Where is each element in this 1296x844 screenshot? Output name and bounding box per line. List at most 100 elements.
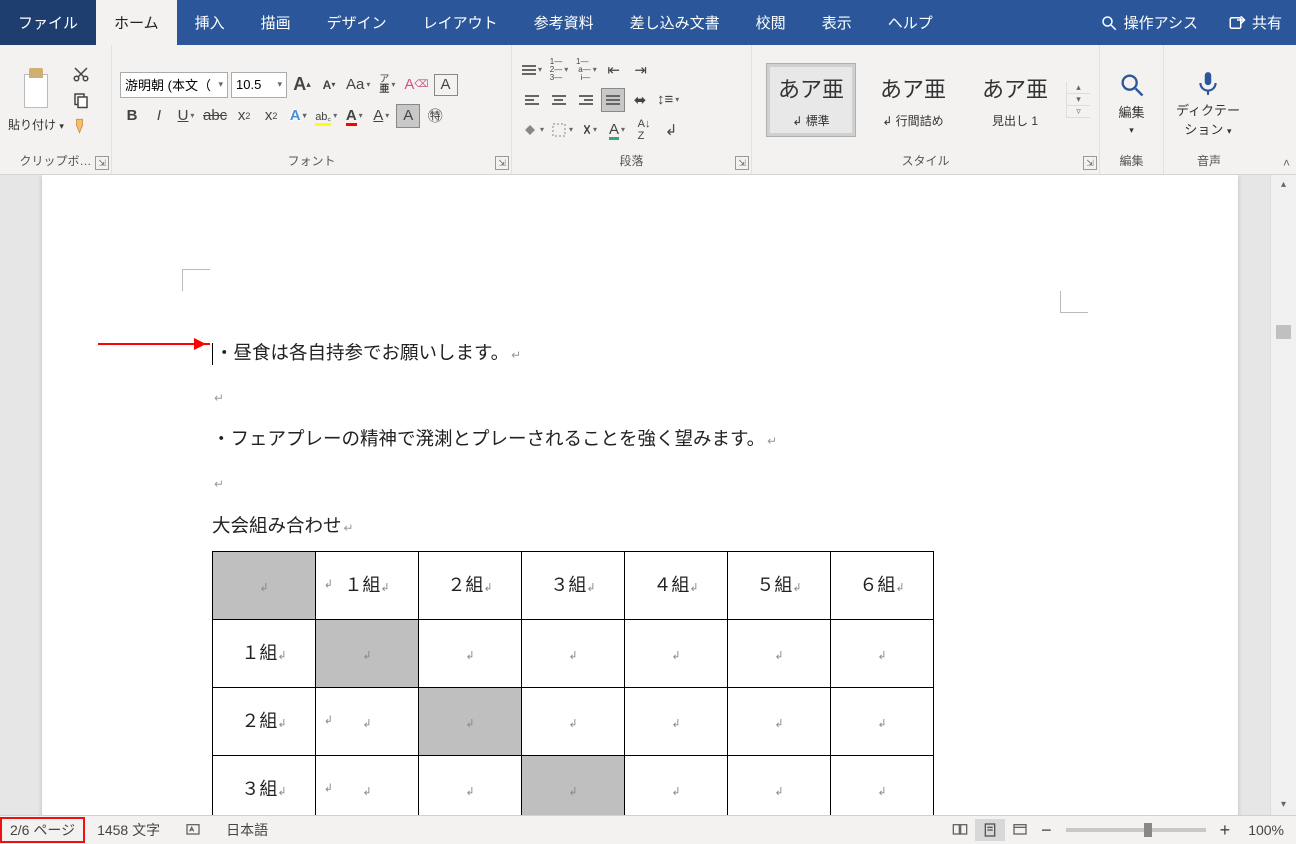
numbering-button[interactable]: 1—2—3— (547, 58, 571, 82)
dictate-button[interactable]: ディクテー ション ▾ (1172, 62, 1244, 138)
style-normal[interactable]: あア亜 ↲ 標準 (766, 63, 856, 137)
increase-indent-button[interactable]: ⇥ (629, 58, 653, 82)
underline-button[interactable]: U (174, 104, 198, 128)
paste-label: 貼り付け (8, 118, 56, 132)
multilevel-list-button[interactable]: 1— a— i— (574, 58, 599, 82)
menu-tabs: ファイル ホーム 挿入 描画 デザイン レイアウト 参考資料 差し込み文書 校閲… (0, 0, 1296, 45)
borders-button[interactable] (549, 118, 575, 142)
vertical-scrollbar[interactable]: ▴ ▾ (1270, 175, 1296, 815)
share-label[interactable]: 共有 (1252, 12, 1282, 33)
status-bar: 2/6 ページ 1458 文字 日本語 − + 100% (0, 815, 1296, 844)
align-right-button[interactable] (574, 88, 598, 112)
clipboard-launcher[interactable]: ⇲ (95, 156, 109, 170)
styles-launcher[interactable]: ⇲ (1083, 156, 1097, 170)
tab-layout[interactable]: レイアウト (405, 0, 516, 45)
subscript-button[interactable]: x2 (232, 104, 256, 128)
font-size-combo[interactable]: 10.5▾ (231, 72, 287, 98)
margin-corner-tl (182, 269, 210, 291)
proofing-icon[interactable] (172, 816, 214, 844)
line-spacing-button[interactable]: ↕≡ (655, 88, 681, 112)
zoom-slider[interactable] (1066, 828, 1206, 832)
tab-review[interactable]: 校閲 (738, 0, 804, 45)
scroll-down-button[interactable]: ▾ (1271, 795, 1296, 815)
style-heading1[interactable]: あア亜 見出し 1 (970, 63, 1060, 137)
paragraph-launcher[interactable]: ⇲ (735, 156, 749, 170)
enclose-characters-button[interactable]: A (434, 74, 458, 96)
collapse-ribbon-button[interactable]: ˄ (1283, 156, 1290, 170)
body-line-2: ・フェアプレーの精神で溌溂とプレーされることを強く望みます。 (212, 428, 765, 449)
tab-mailings[interactable]: 差し込み文書 (612, 0, 738, 45)
clipboard-group-label: クリップボ… (8, 150, 103, 172)
paste-button[interactable]: 貼り付け ▾ (8, 66, 64, 133)
tab-home[interactable]: ホーム (96, 0, 177, 45)
format-painter-icon[interactable] (70, 116, 92, 136)
document-content[interactable]: ・昼食は各自持参でお願いします。 ・フェアプレーの精神で溌溂とプレーされることを… (212, 335, 1088, 815)
tab-insert[interactable]: 挿入 (177, 0, 243, 45)
voice-group-label: 音声 (1172, 150, 1246, 172)
tab-help[interactable]: ヘルプ (870, 0, 951, 45)
language-indicator[interactable]: 日本語 (214, 816, 280, 844)
scroll-thumb[interactable] (1276, 325, 1291, 339)
clear-formatting-button[interactable]: A⌫ (402, 73, 430, 97)
decrease-indent-button[interactable]: ⇤ (602, 58, 626, 82)
styles-group-label: スタイル (760, 150, 1091, 172)
cut-icon[interactable] (70, 64, 92, 84)
annotation-arrow (98, 343, 210, 345)
align-left-button[interactable] (520, 88, 544, 112)
style-no-spacing[interactable]: あア亜 ↲ 行間詰め (868, 63, 958, 137)
distribute-button[interactable]: ⬌ (628, 88, 652, 112)
phonetic-guide-button[interactable]: ア亜 (375, 73, 399, 97)
circle-enclose-button[interactable]: ㊕ (423, 104, 447, 128)
search-icon[interactable] (1100, 14, 1118, 32)
tab-draw[interactable]: 描画 (243, 0, 309, 45)
page[interactable]: ・昼食は各自持参でお願いします。 ・フェアプレーの精神で溌溂とプレーされることを… (42, 175, 1238, 815)
font-group-label: フォント (120, 150, 503, 172)
font-name-combo[interactable]: 游明朝 (本文（▾ (120, 72, 228, 98)
text-cursor (212, 343, 213, 365)
styles-gallery-more[interactable]: ▴▾▿ (1066, 82, 1090, 118)
text-effects-button[interactable]: A (286, 104, 310, 128)
italic-button[interactable]: I (147, 104, 171, 128)
tell-me-label[interactable]: 操作アシス (1124, 12, 1198, 33)
tab-references[interactable]: 参考資料 (516, 0, 612, 45)
editing-button[interactable]: 編集▾ (1108, 64, 1155, 136)
highlight-button[interactable]: ab꜀ (313, 104, 339, 128)
strikethrough-button[interactable]: abc (201, 104, 229, 128)
zoom-out-button[interactable]: − (1041, 820, 1052, 841)
margin-corner-tr (1060, 291, 1088, 313)
change-case-button[interactable]: Aa (344, 73, 372, 97)
scroll-up-button[interactable]: ▴ (1271, 175, 1296, 195)
tab-file[interactable]: ファイル (0, 0, 96, 45)
char-border-button[interactable]: A (396, 104, 420, 128)
tab-design[interactable]: デザイン (309, 0, 405, 45)
zoom-level[interactable]: 100% (1236, 816, 1296, 844)
text-direction-button[interactable]: ☓ (578, 118, 602, 142)
bracket-table[interactable]: ↲↲ １組↲ ２組↲ ３組↲ ４組↲ ５組↲ ６組↲ １組↲↲ ↲↲↲↲↲↲ ２… (212, 551, 934, 815)
tab-view[interactable]: 表示 (804, 0, 870, 45)
zoom-in-button[interactable]: + (1220, 820, 1231, 841)
copy-icon[interactable] (70, 90, 92, 110)
superscript-button[interactable]: x2 (259, 104, 283, 128)
web-layout-button[interactable] (1005, 819, 1035, 841)
table-header-row: ↲↲ １組↲ ２組↲ ３組↲ ４組↲ ５組↲ ６組↲ (213, 551, 934, 619)
page-indicator[interactable]: 2/6 ページ (0, 817, 85, 843)
shrink-font-button[interactable]: A▾ (317, 73, 341, 97)
print-layout-button[interactable] (975, 819, 1005, 841)
shading-button[interactable] (520, 118, 546, 142)
document-area[interactable]: ・昼食は各自持参でお願いします。 ・フェアプレーの精神で溌溂とプレーされることを… (0, 175, 1270, 815)
align-center-button[interactable] (547, 88, 571, 112)
bullets-button[interactable] (520, 58, 544, 82)
font-launcher[interactable]: ⇲ (495, 156, 509, 170)
bold-button[interactable]: B (120, 104, 144, 128)
sort-button[interactable]: A↓Z (632, 118, 656, 142)
asian-layout-button[interactable]: A (605, 118, 629, 142)
share-icon[interactable] (1228, 14, 1246, 32)
grow-font-button[interactable]: A▴ (290, 73, 314, 97)
show-marks-button[interactable]: ↲ (659, 118, 683, 142)
char-shading-button[interactable]: A (369, 104, 393, 128)
word-count[interactable]: 1458 文字 (85, 816, 172, 844)
font-color-button[interactable]: A (342, 104, 366, 128)
table-row: ３組↲↲ ↲↲↲↲↲↲ (213, 755, 934, 815)
align-justify-button[interactable] (601, 88, 625, 112)
read-mode-button[interactable] (945, 819, 975, 841)
